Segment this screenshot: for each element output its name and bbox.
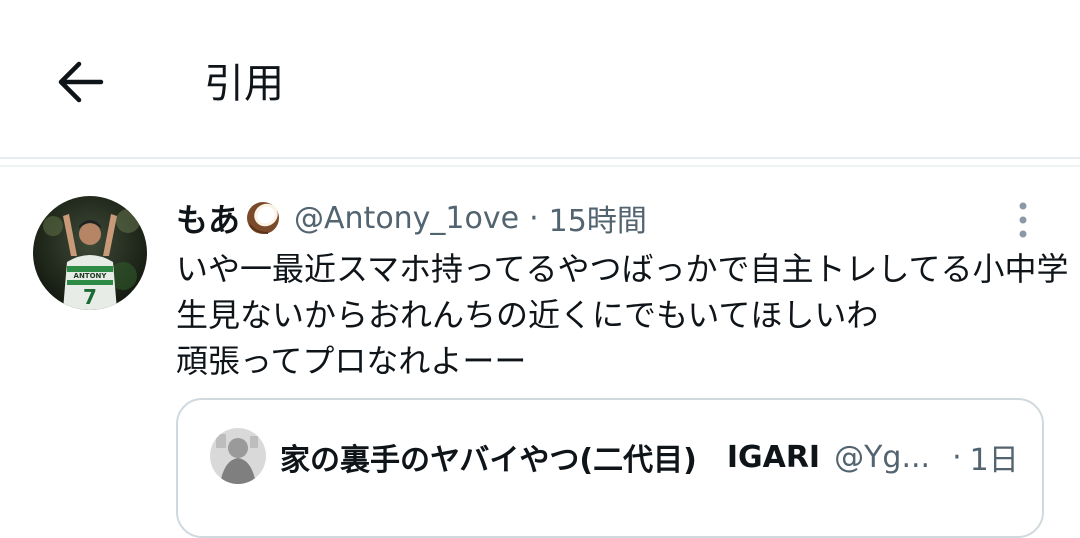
more-options-button[interactable] bbox=[1005, 198, 1041, 242]
top-app-bar: 引用 bbox=[0, 0, 1080, 160]
user-handle[interactable]: @Antony_1ove bbox=[294, 201, 519, 236]
back-button[interactable] bbox=[50, 52, 110, 112]
tweet-body: いや一最近スマホ持ってるやつばっかで自主トレしてる小中学 生見ないからおれんちの… bbox=[176, 246, 1069, 384]
more-vertical-icon bbox=[1019, 202, 1027, 238]
tweet-text-line: いや一最近スマホ持ってるやつばっかで自主トレしてる小中学 bbox=[176, 250, 1069, 288]
quoted-timestamp: 1日 bbox=[969, 443, 1019, 478]
display-name[interactable]: もあ bbox=[176, 195, 240, 241]
jersey-number-text: 7 bbox=[83, 285, 97, 309]
timestamp[interactable]: 15時間 bbox=[549, 196, 647, 240]
quoted-tweet-header: 家の裏手のヤバイやつ(二代目) IGARI @Yg... · 1日 bbox=[280, 434, 1019, 480]
tweet-text-line: 頑張ってプロなれよーー bbox=[176, 342, 527, 380]
avatar[interactable]: ANTONY 7 bbox=[33, 196, 147, 310]
quoted-avatar bbox=[210, 428, 266, 484]
tweet-text-line: 生見ないからおれんちの近くにでもいてほしいわ bbox=[176, 296, 879, 334]
page-title: 引用 bbox=[204, 61, 284, 107]
jersey-name-text: ANTONY bbox=[74, 272, 108, 280]
coconut-emoji-icon bbox=[244, 199, 282, 237]
quoted-user-handle: @Yg... bbox=[834, 439, 931, 475]
quoted-tweet-card[interactable]: 家の裏手のヤバイやつ(二代目) IGARI @Yg... · 1日 bbox=[176, 398, 1044, 538]
separator-dot: · bbox=[529, 200, 539, 236]
header-divider-secondary bbox=[0, 165, 1080, 167]
header-divider bbox=[0, 157, 1080, 159]
quoted-display-name: 家の裏手のヤバイやつ(二代目) bbox=[280, 443, 697, 478]
separator-dot: · bbox=[952, 439, 962, 475]
quoted-display-name-suffix: IGARI bbox=[726, 439, 821, 475]
tweet-header: もあ @Antony_1ove · 15時間 bbox=[176, 196, 647, 240]
arrow-left-icon bbox=[58, 61, 104, 103]
